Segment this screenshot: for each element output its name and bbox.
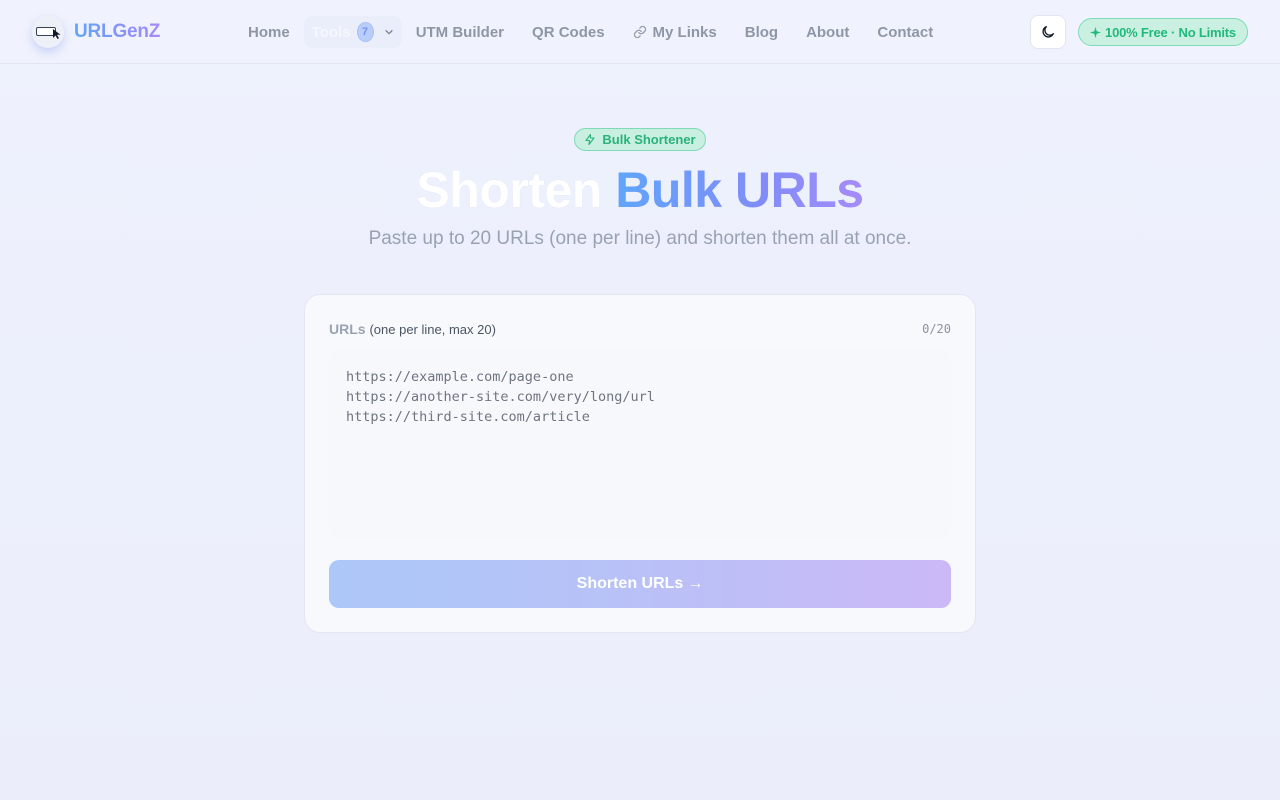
chevron-down-icon <box>385 30 393 35</box>
urls-label-hint: (one per line, max 20) <box>369 322 496 337</box>
free-badge: 100% Free · No Limits <box>1078 18 1248 46</box>
link-icon <box>633 25 646 39</box>
nav-tools-label: Tools <box>311 23 351 41</box>
brand-name: URLGenZ <box>74 21 161 42</box>
urls-label-text: URLs <box>329 321 366 337</box>
nav-qr-codes[interactable]: QR Codes <box>532 16 605 48</box>
hero-badge: Bulk Shortener <box>574 128 706 151</box>
page-subtitle: Paste up to 20 URLs (one per line) and s… <box>368 228 912 249</box>
shorten-urls-button[interactable]: Shorten URLs → <box>329 560 951 608</box>
moon-icon <box>1042 26 1054 38</box>
nav-home[interactable]: Home <box>248 16 290 48</box>
nav-my-links[interactable]: My Links <box>633 16 717 48</box>
arrow-right-icon: → <box>687 575 704 592</box>
theme-toggle-button[interactable] <box>1030 15 1066 49</box>
nav-tools-dropdown[interactable]: Tools 7 <box>303 16 402 48</box>
bolt-icon <box>585 133 595 146</box>
shorten-urls-label: Shorten URLs <box>576 575 684 592</box>
main-nav: Home Tools 7 UTM Builder QR Codes My Lin… <box>248 16 933 48</box>
hero-badge-label: Bulk Shortener <box>602 132 696 147</box>
page-title-gradient: Bulk URLs <box>615 162 864 218</box>
urls-field-label: URLs (one per line, max 20) <box>329 321 496 337</box>
urls-input-wrapper <box>329 349 951 539</box>
nav-contact[interactable]: Contact <box>877 16 933 48</box>
nav-my-links-label: My Links <box>652 23 717 41</box>
bulk-shorten-form: URLs (one per line, max 20) 0/20 Shorten… <box>304 294 976 633</box>
free-badge-label: 100% Free · No Limits <box>1105 24 1236 40</box>
page-title: Shorten Bulk URLs <box>0 160 1280 220</box>
nav-utm-builder[interactable]: UTM Builder <box>416 16 504 48</box>
sparkle-icon <box>1090 26 1102 38</box>
logo-icon <box>32 16 64 48</box>
urls-textarea[interactable] <box>329 349 951 539</box>
url-count: 0/20 <box>922 322 951 336</box>
site-header: URLGenZ Home Tools 7 UTM Builder QR Code… <box>0 0 1280 64</box>
nav-about[interactable]: About <box>806 16 849 48</box>
tools-count-badge: 7 <box>356 22 374 42</box>
page-title-plain: Shorten <box>416 162 602 218</box>
nav-blog[interactable]: Blog <box>745 16 778 48</box>
brand-logo-link[interactable]: URLGenZ <box>32 16 160 48</box>
